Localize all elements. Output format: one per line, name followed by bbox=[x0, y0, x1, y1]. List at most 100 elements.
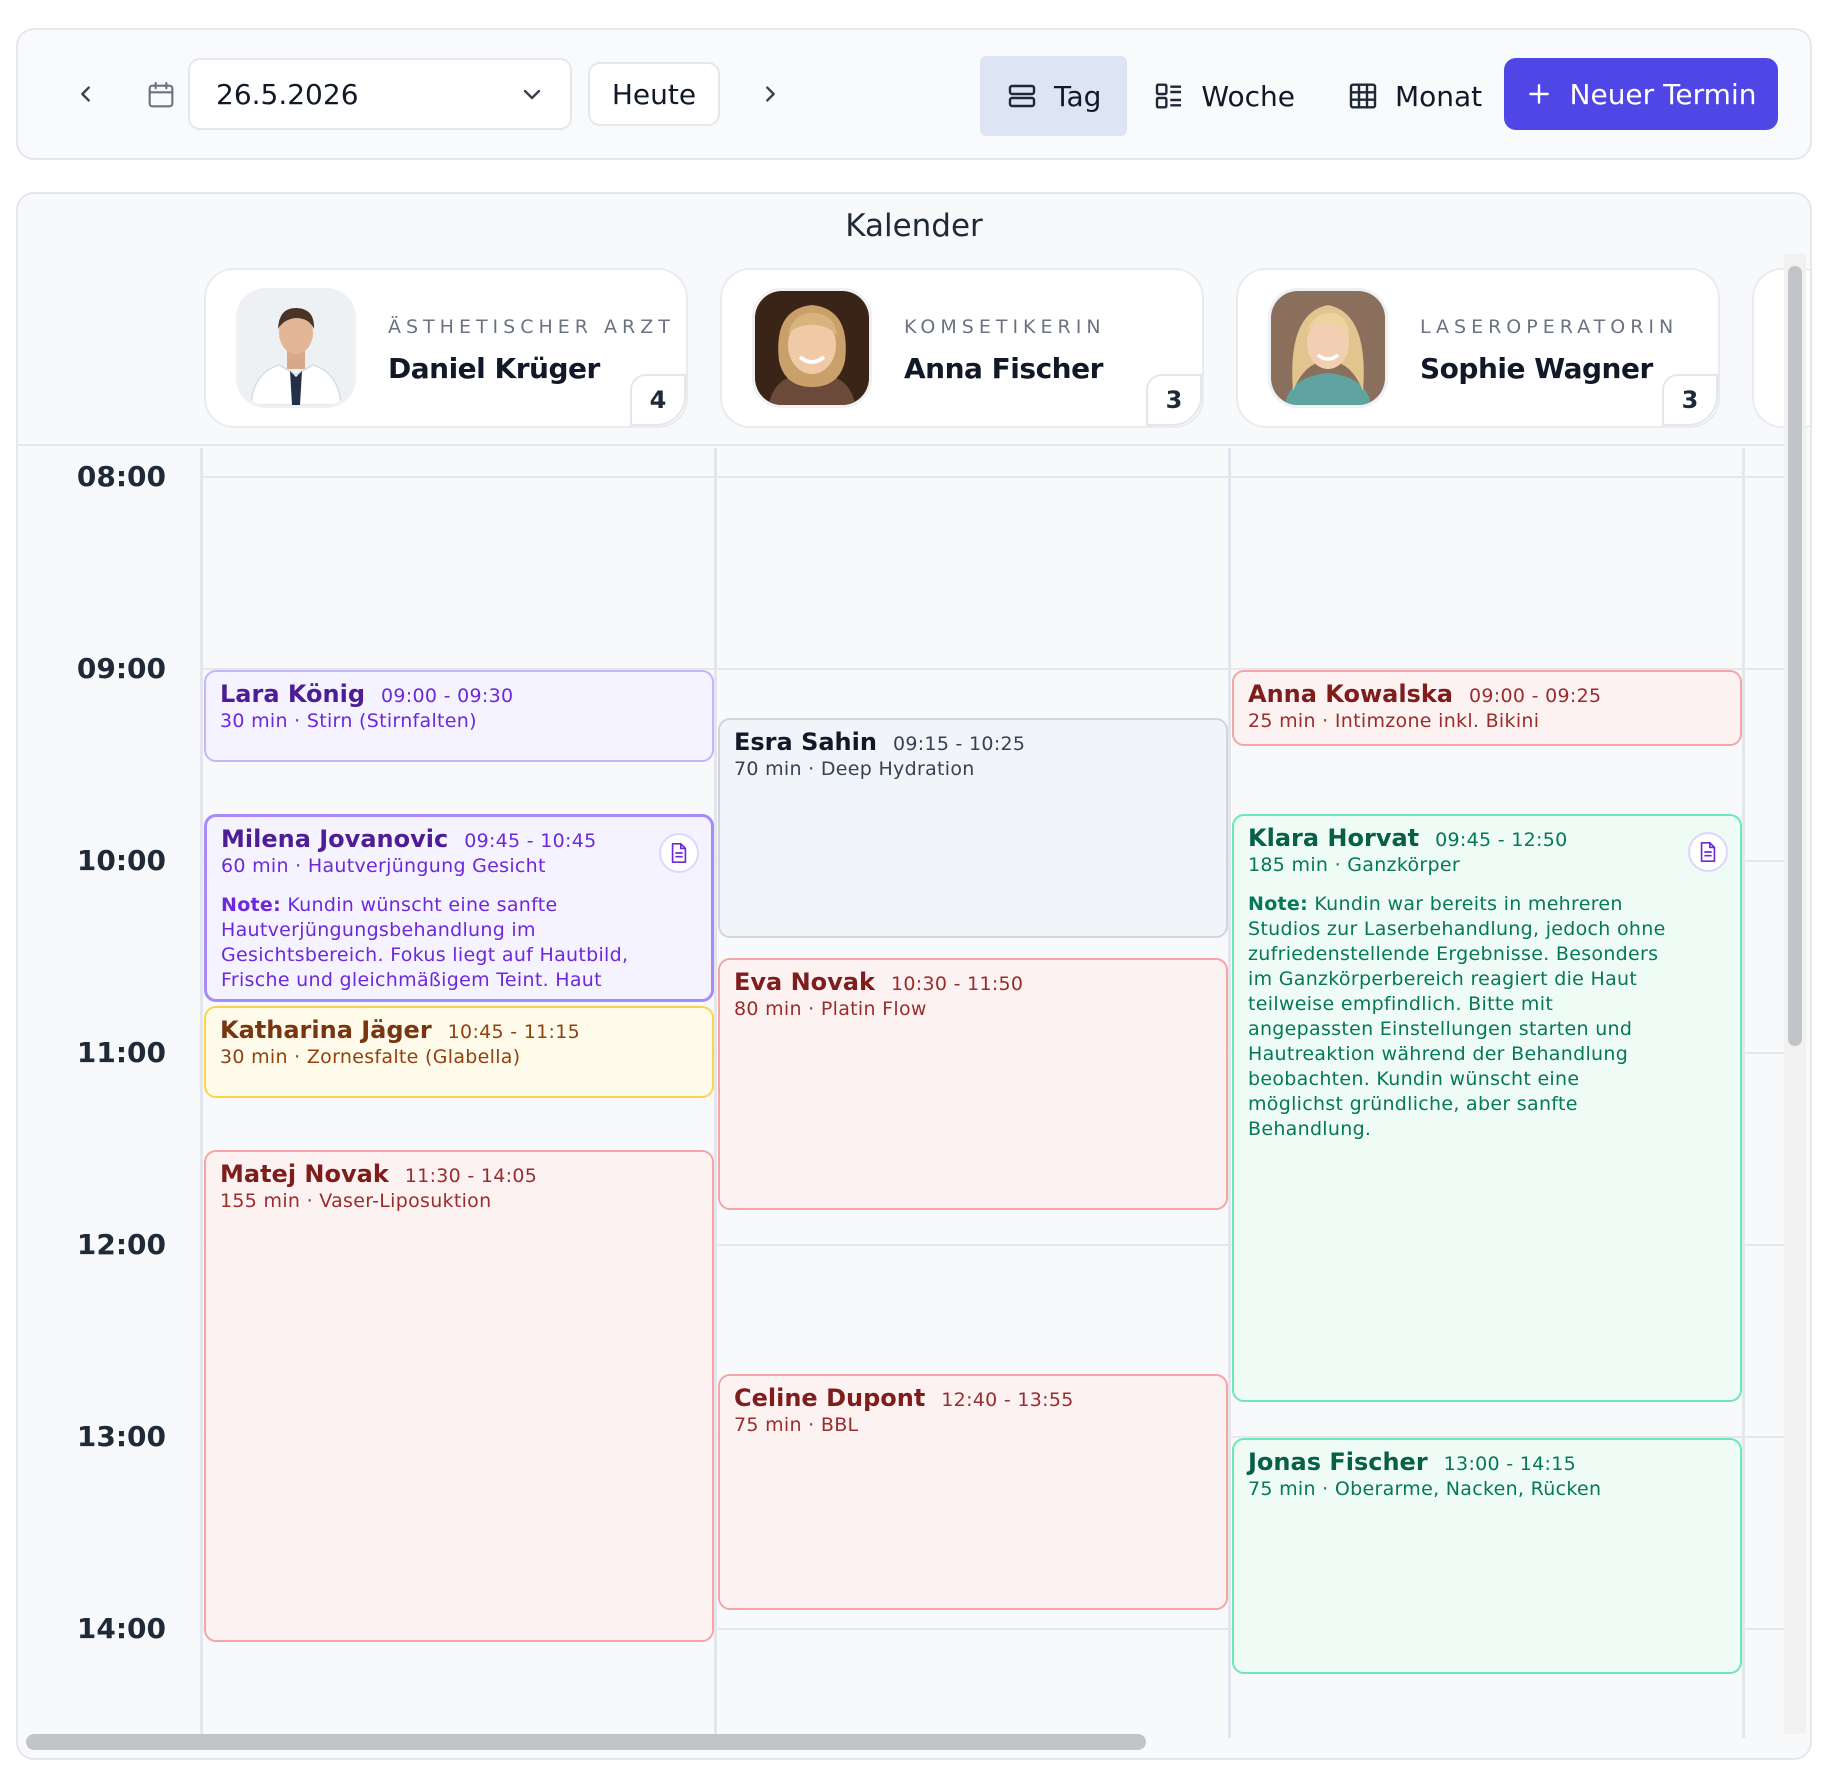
tab-month-view-label: Monat bbox=[1394, 79, 1483, 113]
appointment-client-name: Lara König bbox=[220, 680, 366, 708]
day-time-grid[interactable]: 08:00 09:00 10:00 11:00 12:00 13:00 14:00 Lara … bbox=[18, 448, 1784, 1738]
appointment-header: Lara König 09:00 - 09:30 bbox=[220, 682, 698, 709]
appointment-time: 09:45 - 10:45 bbox=[464, 830, 597, 852]
staff-card-daniel-krueger[interactable]: ÄSTHETISCHER ARZT Daniel Krüger 4 bbox=[204, 268, 688, 428]
avatar bbox=[236, 288, 356, 408]
hour-gridline bbox=[200, 476, 1784, 478]
appointment-time: 09:45 - 12:50 bbox=[1435, 829, 1568, 851]
appointment-client-name: Esra Sahin bbox=[734, 728, 877, 756]
column-divider bbox=[200, 448, 203, 1738]
note-document-icon[interactable] bbox=[1688, 832, 1728, 872]
staff-header-row: ÄSTHETISCHER ARZT Daniel Krüger 4 KOMSET… bbox=[18, 258, 1810, 446]
date-select-value: 26.5.2026 bbox=[216, 77, 359, 111]
column-divider bbox=[1742, 448, 1745, 1738]
staff-name: Anna Fischer bbox=[904, 352, 1103, 385]
appointment-header: Jonas Fischer 13:00 - 14:15 bbox=[1248, 1450, 1726, 1477]
day-view-icon bbox=[1008, 84, 1036, 108]
avatar bbox=[752, 288, 872, 408]
appointment-card[interactable]: Celine Dupont 12:40 - 13:55 75 min · BBL bbox=[718, 1374, 1228, 1610]
previous-day-button[interactable] bbox=[58, 66, 114, 122]
appointment-card[interactable]: Katharina Jäger 10:45 - 11:15 30 min · Zor… bbox=[204, 1006, 714, 1098]
appointment-client-name: Matej Novak bbox=[220, 1160, 389, 1188]
tab-week-view[interactable]: Woche bbox=[1127, 56, 1321, 136]
appointment-detail: 155 min · Vaser-Liposuktion bbox=[220, 1190, 492, 1212]
appointment-count-badge: 4 bbox=[630, 374, 686, 426]
calendar-toolbar: 26.5.2026 Heute Tag Woche Monat Neuer Te… bbox=[16, 28, 1812, 160]
calendar-title: Kalender bbox=[845, 208, 983, 244]
hour-label: 09:00 bbox=[76, 652, 166, 685]
appointment-detail: 25 min · Intimzone inkl. Bikini bbox=[1248, 710, 1540, 732]
tab-month-view[interactable]: Monat bbox=[1321, 56, 1508, 136]
appointment-card[interactable]: Eva Novak 10:30 - 11:50 80 min · Platin Fl… bbox=[718, 958, 1228, 1210]
tab-week-view-label: Woche bbox=[1201, 79, 1295, 113]
appointment-card[interactable]: Matej Novak 11:30 - 14:05 155 min · Vaser-… bbox=[204, 1150, 714, 1642]
appointment-header: Esra Sahin 09:15 - 10:25 bbox=[734, 730, 1212, 757]
staff-role: KOMSETIKERIN bbox=[904, 316, 1106, 338]
chevron-right-icon bbox=[766, 86, 775, 102]
staff-card-sophie-wagner[interactable]: LASEROPERATORIN Sophie Wagner 3 bbox=[1236, 268, 1720, 428]
appointment-count-badge: 3 bbox=[1146, 374, 1202, 426]
avatar bbox=[1268, 288, 1388, 408]
appointment-header: Anna Kowalska 09:00 - 09:25 bbox=[1248, 682, 1726, 709]
tab-day-view[interactable]: Tag bbox=[980, 56, 1128, 136]
appointment-time: 10:30 - 11:50 bbox=[890, 973, 1024, 995]
hour-label: 08:00 bbox=[76, 460, 166, 493]
appointment-card[interactable]: Esra Sahin 09:15 - 10:25 70 min · Deep Hyd… bbox=[718, 718, 1228, 938]
appointment-time: 13:00 - 14:15 bbox=[1443, 1453, 1577, 1475]
appointment-detail: 30 min · Zornesfalte (Glabella) bbox=[220, 1046, 521, 1068]
appointment-detail: 75 min · BBL bbox=[734, 1414, 859, 1436]
appointment-count-badge: 3 bbox=[1662, 374, 1718, 426]
appointment-detail: 70 min · Deep Hydration bbox=[734, 758, 975, 780]
staff-card-anna-fischer[interactable]: KOMSETIKERIN Anna Fischer 3 bbox=[720, 268, 1204, 428]
column-divider bbox=[1228, 448, 1231, 1738]
new-appointment-label: Neuer Termin bbox=[1569, 77, 1757, 111]
column-divider bbox=[714, 448, 717, 1738]
view-switch: Tag Woche Monat bbox=[980, 56, 1508, 136]
appointment-detail: 30 min · Stirn (Stirnfalten) bbox=[220, 710, 477, 732]
hour-label: 13:00 bbox=[76, 1420, 166, 1453]
appointment-card[interactable]: Jonas Fischer 13:00 - 14:15 75 min · Obera… bbox=[1232, 1438, 1742, 1674]
appointment-time: 12:40 - 13:55 bbox=[941, 1389, 1074, 1411]
hour-label: 14:00 bbox=[76, 1612, 166, 1645]
appointment-client-name: Anna Kowalska bbox=[1248, 680, 1453, 708]
appointment-client-name: Katharina Jäger bbox=[220, 1016, 432, 1044]
new-appointment-button[interactable]: Neuer Termin bbox=[1504, 58, 1778, 130]
note-text: Kundin war bereits in mehreren Studios z… bbox=[1248, 893, 1666, 1140]
plus-icon bbox=[1528, 84, 1549, 104]
appointment-card[interactable]: Milena Jovanovic 09:45 - 10:45 60 min · Ha… bbox=[204, 814, 714, 1002]
tab-day-view-label: Tag bbox=[1054, 79, 1102, 113]
appointment-note: Note: Kundin war bereits in mehreren Stu… bbox=[1248, 892, 1680, 1142]
note-label: Note: bbox=[1248, 893, 1309, 915]
vertical-scrollbar[interactable] bbox=[1788, 266, 1802, 1046]
date-select[interactable]: 26.5.2026 bbox=[188, 58, 572, 130]
today-button[interactable]: Heute bbox=[588, 62, 720, 126]
appointment-card[interactable]: Lara König 09:00 - 09:30 30 min · Stirn (S… bbox=[204, 670, 714, 762]
appointment-header: Celine Dupont 12:40 - 13:55 bbox=[734, 1386, 1212, 1413]
next-day-button[interactable] bbox=[742, 66, 798, 122]
appointment-detail: 185 min · Ganzkörper bbox=[1248, 854, 1460, 876]
note-document-icon[interactable] bbox=[659, 833, 699, 873]
note-label: Note: bbox=[221, 894, 282, 916]
staff-role: ÄSTHETISCHER ARZT bbox=[388, 316, 675, 338]
appointment-detail: 75 min · Oberarme, Nacken, Rücken bbox=[1248, 1478, 1602, 1500]
horizontal-scrollbar[interactable] bbox=[26, 1734, 1146, 1750]
appointment-client-name: Celine Dupont bbox=[734, 1384, 926, 1412]
appointment-client-name: Jonas Fischer bbox=[1248, 1448, 1428, 1476]
appointment-card[interactable]: Anna Kowalska 09:00 - 09:25 25 min · Intim… bbox=[1232, 670, 1742, 746]
appointment-header: Katharina Jäger 10:45 - 11:15 bbox=[220, 1018, 698, 1045]
week-view-icon bbox=[1156, 83, 1182, 109]
staff-name: Sophie Wagner bbox=[1420, 352, 1653, 385]
appointment-client-name: Klara Horvat bbox=[1248, 824, 1420, 852]
appointment-header: Klara Horvat 09:45 - 12:50 bbox=[1248, 826, 1680, 853]
appointment-detail: 60 min · Hautverjüngung Gesicht bbox=[221, 855, 546, 877]
appointment-time: 09:00 - 09:25 bbox=[1469, 685, 1602, 707]
calendar-icon bbox=[138, 72, 184, 118]
appointment-header: Matej Novak 11:30 - 14:05 bbox=[220, 1162, 698, 1189]
hour-label: 10:00 bbox=[76, 844, 166, 877]
appointment-client-name: Eva Novak bbox=[734, 968, 875, 996]
appointment-card[interactable]: Klara Horvat 09:45 - 12:50 185 min · Ganzk… bbox=[1232, 814, 1742, 1402]
appointment-header: Milena Jovanovic 09:45 - 10:45 bbox=[221, 827, 651, 854]
staff-role: LASEROPERATORIN bbox=[1420, 316, 1679, 338]
appointment-client-name: Milena Jovanovic bbox=[221, 825, 449, 853]
hour-label: 11:00 bbox=[76, 1036, 166, 1069]
